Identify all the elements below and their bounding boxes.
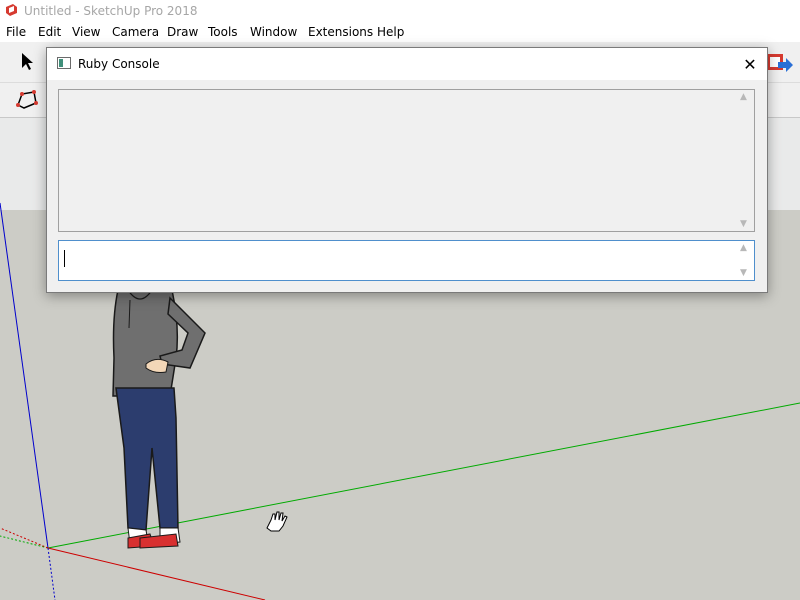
sketchup-logo-icon — [6, 4, 17, 16]
close-icon: ✕ — [743, 54, 757, 74]
extension-warehouse-icon[interactable] — [766, 52, 794, 76]
menu-bar: File Edit View Camera Draw Tools Window … — [0, 22, 800, 42]
console-input-field[interactable]: ▲ ▼ — [58, 240, 755, 281]
dialog-titlebar[interactable]: Ruby Console ✕ — [47, 48, 767, 80]
green-axis-hidden-line — [0, 535, 49, 549]
red-axis-line — [47, 547, 266, 600]
red-axis-hidden-line — [0, 527, 49, 549]
menu-camera[interactable]: Camera — [112, 25, 159, 39]
input-scrollbar[interactable]: ▲ ▼ — [738, 241, 754, 280]
scroll-down-arrow-icon[interactable]: ▼ — [740, 219, 747, 229]
text-caret — [64, 250, 65, 267]
hand-cursor-icon — [266, 511, 288, 532]
menu-file[interactable]: File — [6, 25, 26, 39]
app-titlebar: Untitled - SketchUp Pro 2018 — [0, 0, 800, 22]
input-scroll-down-arrow-icon[interactable]: ▼ — [740, 268, 747, 278]
menu-extensions[interactable]: Extensions — [308, 25, 373, 39]
menu-view[interactable]: View — [72, 25, 100, 39]
menu-window[interactable]: Window — [250, 25, 297, 39]
menu-draw[interactable]: Draw — [167, 25, 198, 39]
blue-axis-hidden-line — [47, 547, 56, 600]
ruby-console-dialog: Ruby Console ✕ ▲ ▼ ▲ ▼ — [46, 47, 768, 293]
output-scrollbar[interactable]: ▲ ▼ — [738, 90, 754, 231]
scale-figure-person — [112, 289, 206, 549]
blue-axis-line — [0, 202, 49, 549]
dialog-title: Ruby Console — [78, 57, 160, 71]
scroll-up-arrow-icon[interactable]: ▲ — [740, 92, 747, 102]
select-tool-icon[interactable] — [20, 52, 36, 72]
menu-tools[interactable]: Tools — [208, 25, 238, 39]
console-output-area[interactable]: ▲ ▼ — [58, 89, 755, 232]
close-button[interactable]: ✕ — [733, 48, 767, 80]
app-title: Untitled - SketchUp Pro 2018 — [24, 4, 198, 18]
console-window-icon — [57, 57, 71, 69]
polygon-tool-icon[interactable] — [14, 89, 40, 111]
menu-edit[interactable]: Edit — [38, 25, 61, 39]
menu-help[interactable]: Help — [377, 25, 404, 39]
input-scroll-up-arrow-icon[interactable]: ▲ — [740, 243, 747, 253]
